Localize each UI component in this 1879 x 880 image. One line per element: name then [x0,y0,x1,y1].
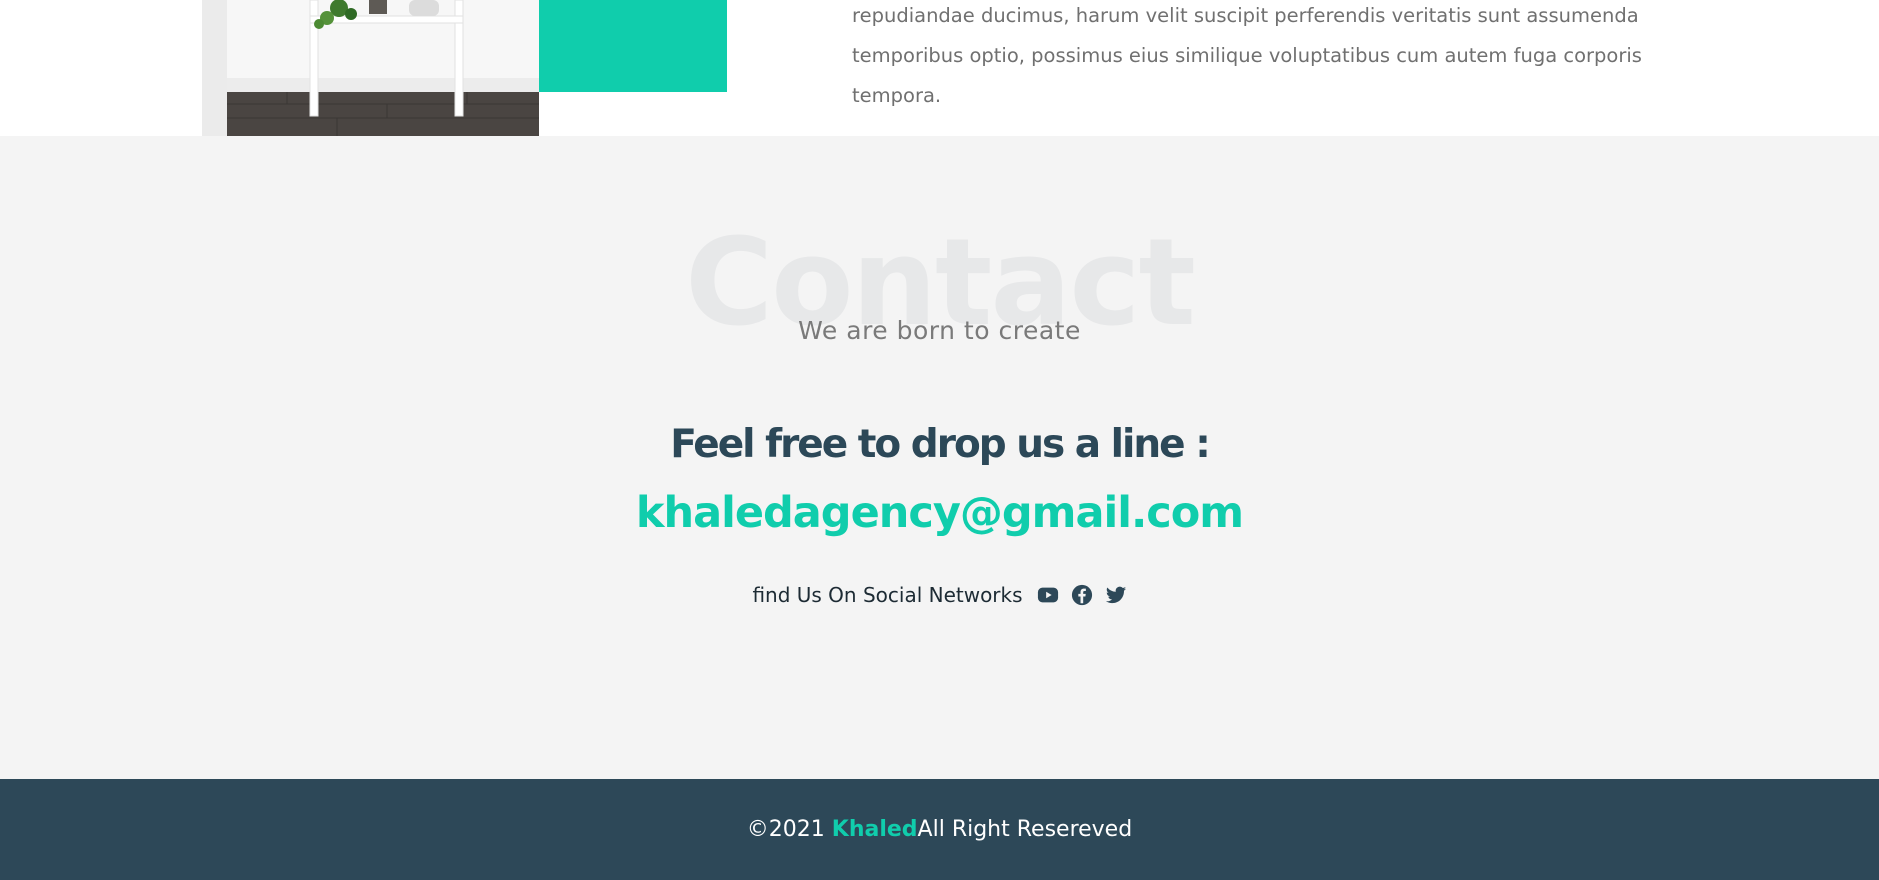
about-photo [227,0,539,136]
contact-section: Contact We are born to create Feel free … [0,136,1879,779]
section-subtitle: We are born to create [798,316,1081,345]
about-accent-block [539,0,727,92]
about-decor-bar [202,0,227,136]
about-paragraph: repudiandae ducimus, harum velit suscipi… [852,0,1682,116]
site-footer: ©2021 KhaledAll Right Resereved [0,779,1879,880]
copyright-year: ©2021 [746,817,832,842]
about-section: repudiandae ducimus, harum velit suscipi… [0,0,1879,136]
about-paragraph-line: temporibus optio, possimus eius similiqu… [852,44,1642,67]
footer-rights-text: All Right Resereved [917,817,1133,842]
about-paragraph-line: tempora. [852,84,942,107]
about-paragraph-line: repudiandae ducimus, harum velit suscipi… [852,4,1639,27]
contact-headline: Feel free to drop us a line : [670,422,1211,467]
social-links: find Us On Social Networks [0,583,1879,607]
footer-copyright: ©2021 KhaledAll Right Resereved [747,817,1132,842]
social-label: find Us On Social Networks [752,583,1023,607]
footer-brand-name[interactable]: Khaled [832,817,918,842]
facebook-icon[interactable] [1071,584,1093,606]
twitter-icon[interactable] [1105,584,1127,606]
contact-email-link[interactable]: khaledagency@gmail.com [0,488,1879,538]
youtube-icon[interactable] [1037,584,1059,606]
